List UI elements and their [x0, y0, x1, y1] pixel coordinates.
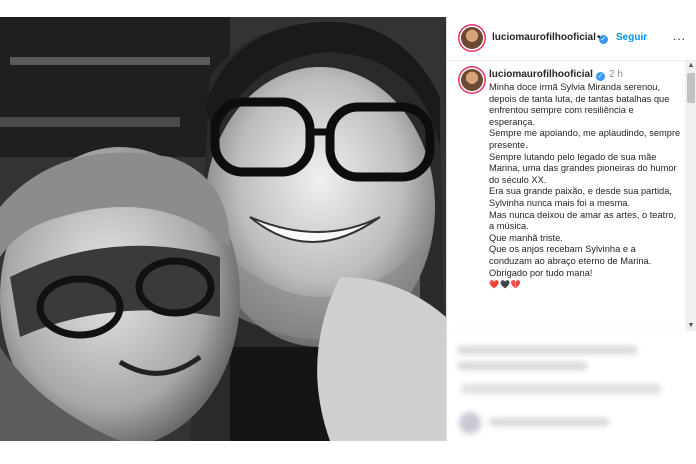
- blurred-bar: [461, 384, 661, 394]
- scroll-thumb[interactable]: [687, 73, 695, 103]
- follow-button[interactable]: Seguir: [616, 32, 647, 43]
- blurred-bar: [457, 346, 637, 354]
- caption-line: Sempre me apoiando, me aplaudindo, sempr…: [489, 128, 681, 150]
- instagram-post-embed: luciomaurofilhooficial ✓ • Seguir ... luc…: [0, 17, 696, 441]
- photo-illustration: [0, 17, 446, 441]
- scroll-up-arrow-icon[interactable]: ▲: [685, 61, 696, 71]
- caption-line: Que manhã triste.: [489, 232, 563, 243]
- caption-line: Era sua grande paixão, e desde sua parti…: [489, 186, 672, 208]
- caption-username-link[interactable]: luciomaurofilhooficial ✓: [489, 69, 605, 81]
- post-header: luciomaurofilhooficial ✓ • Seguir ...: [447, 17, 696, 61]
- username-link[interactable]: luciomaurofilhooficial ✓: [492, 32, 608, 44]
- heart-emojis: ❤️🖤💔: [489, 280, 522, 290]
- post-time: 2 h: [609, 69, 623, 80]
- blurred-bar: [457, 362, 587, 370]
- caption-avatar[interactable]: [461, 69, 483, 91]
- caption-text: Minha doce irmã Sylvia Miranda serenou, …: [489, 82, 681, 291]
- username-text: luciomaurofilhooficial: [492, 32, 596, 43]
- post-side-panel: luciomaurofilhooficial ✓ • Seguir ... luc…: [446, 17, 696, 441]
- separator-dot: •: [597, 32, 601, 43]
- caption-line: Mas nunca deixou de amar as artes, o tea…: [489, 209, 677, 232]
- caption-username-text: luciomaurofilhooficial: [489, 69, 593, 80]
- scroll-down-arrow-icon[interactable]: ▼: [685, 321, 696, 331]
- caption-line: Obrigado por tudo mana!: [489, 267, 593, 278]
- blurred-bar: [489, 418, 609, 426]
- blurred-avatar: [459, 412, 481, 434]
- caption-line: Minha doce irmã Sylvia Miranda serenou, …: [489, 82, 670, 127]
- more-options-icon[interactable]: ...: [673, 29, 686, 43]
- caption-line: Que os anjos recebam Sylvinha e a conduz…: [489, 244, 652, 266]
- blurred-comments-section: [447, 331, 696, 442]
- caption-line: Sempre lutando pelo legado de sua mãe Ma…: [489, 151, 677, 185]
- caption-scrollbar[interactable]: ▲ ▼: [685, 61, 696, 331]
- avatar[interactable]: [461, 27, 483, 49]
- caption-verified-badge-icon: ✓: [595, 72, 605, 81]
- caption-area[interactable]: luciomaurofilhooficial ✓ 2 h Minha doce i…: [447, 61, 685, 331]
- post-photo[interactable]: [0, 17, 446, 441]
